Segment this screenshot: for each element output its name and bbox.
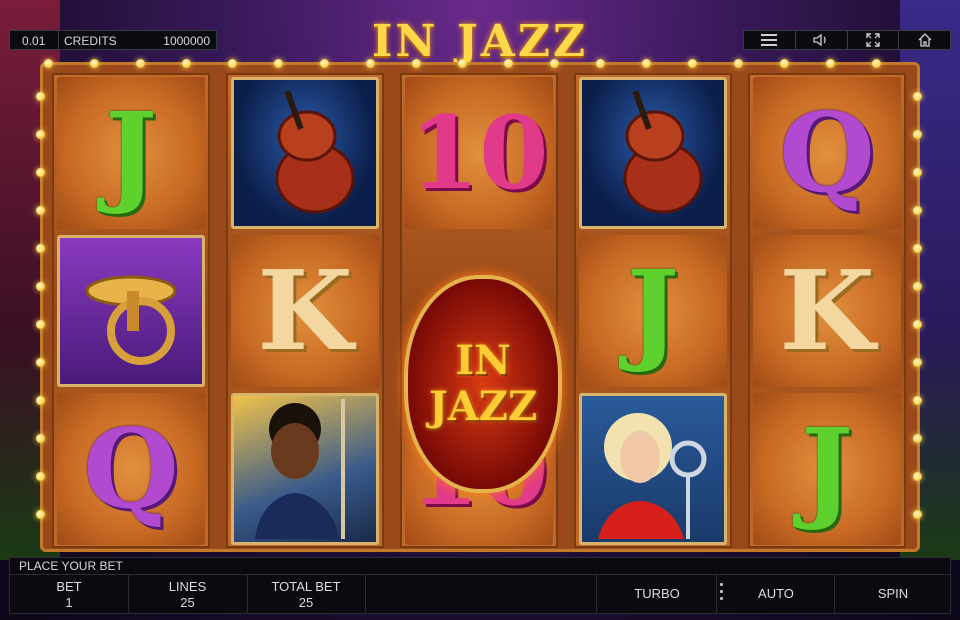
symbol-j: J — [57, 77, 205, 229]
symbol-horn — [57, 235, 205, 387]
menu-button[interactable] — [744, 31, 796, 49]
sound-button[interactable] — [796, 31, 848, 49]
symbol-j: J — [579, 235, 727, 387]
bulb-light — [913, 168, 922, 177]
french-horn-icon — [85, 275, 177, 365]
bulb-light — [320, 59, 329, 68]
home-button[interactable] — [899, 31, 950, 49]
symbol-cello — [231, 77, 379, 229]
bulb-light — [780, 59, 789, 68]
lines-label: LINES — [168, 579, 207, 594]
symbol-10: 10 — [405, 77, 553, 229]
bulb-light — [36, 168, 45, 177]
symbol-singer — [579, 393, 727, 545]
home-icon — [918, 33, 932, 47]
symbol-q: Q — [753, 77, 901, 229]
bulb-light — [688, 59, 697, 68]
bulb-light — [913, 244, 922, 253]
bulb-light — [36, 244, 45, 253]
symbol-k: K — [231, 235, 379, 387]
cello-icon — [275, 90, 355, 214]
bulb-light — [642, 59, 651, 68]
bulb-light — [504, 59, 513, 68]
bulb-light — [826, 59, 835, 68]
symbol-q: Q — [57, 393, 205, 545]
bulb-light — [36, 510, 45, 519]
reel-4: J — [574, 73, 732, 548]
bulb-light — [90, 59, 99, 68]
controls-bar: BET 1 LINES 25 TOTAL BET 25 TURBO AUTO S… — [9, 574, 951, 614]
bulb-light — [913, 320, 922, 329]
reel-1: J Q — [52, 73, 210, 548]
bulb-light — [36, 358, 45, 367]
symbol-cello — [579, 77, 727, 229]
status-bar: PLACE YOUR BET — [9, 557, 951, 575]
bulb-light — [44, 59, 53, 68]
wild-line-1: IN — [455, 337, 511, 384]
musician-icon — [255, 399, 345, 539]
bulb-light — [913, 510, 922, 519]
bet-label: BET — [56, 579, 82, 594]
credits-value: 1000000 — [163, 34, 210, 48]
lines-value: 25 — [180, 595, 195, 610]
credits-label: CREDITS — [64, 34, 117, 48]
cello-icon — [623, 90, 703, 214]
bulb-light — [36, 282, 45, 291]
bulb-light — [913, 282, 922, 291]
spin-button[interactable]: SPIN — [834, 575, 951, 613]
bulb-light — [734, 59, 743, 68]
bulb-light — [913, 358, 922, 367]
bulb-light — [36, 434, 45, 443]
total-bet-display: TOTAL BET 25 — [247, 575, 366, 613]
wild-line-2: JAZZ — [428, 383, 538, 430]
symbol-musician — [231, 393, 379, 545]
total-bet-label: TOTAL BET — [271, 579, 341, 594]
bulb-light — [458, 59, 467, 68]
bulb-light — [412, 59, 421, 68]
symbol-j: J — [753, 393, 901, 545]
bulb-light — [36, 130, 45, 139]
bulb-light — [36, 320, 45, 329]
turbo-button[interactable]: TURBO — [596, 575, 717, 613]
denomination-value[interactable]: 0.01 — [22, 34, 45, 48]
auto-button[interactable]: AUTO — [716, 575, 835, 613]
bulb-light — [913, 92, 922, 101]
singer-icon — [598, 413, 707, 539]
bulb-light — [550, 59, 559, 68]
bulb-light — [36, 92, 45, 101]
reels-area: J Q K 10 J Q K J IN JAZZ — [52, 73, 908, 548]
bulb-light — [228, 59, 237, 68]
bulb-light — [136, 59, 145, 68]
status-message: PLACE YOUR BET — [19, 559, 123, 573]
reel-5: Q K J — [748, 73, 906, 548]
bulb-light — [913, 206, 922, 215]
bulb-light — [596, 59, 605, 68]
bulb-light — [36, 396, 45, 405]
top-menu-bar — [743, 30, 951, 50]
fullscreen-button[interactable] — [848, 31, 900, 49]
bulb-light — [872, 59, 881, 68]
bet-control[interactable]: BET 1 — [10, 575, 129, 613]
credits-panel: 0.01 CREDITS 1000000 — [9, 30, 217, 50]
wild-symbol-badge: IN JAZZ — [404, 275, 562, 493]
menu-icon — [761, 34, 778, 46]
bulb-light — [913, 396, 922, 405]
reel-2: K — [226, 73, 384, 548]
fullscreen-icon — [866, 33, 880, 47]
lines-control[interactable]: LINES 25 — [128, 575, 248, 613]
divider — [58, 31, 59, 49]
symbol-k: K — [753, 235, 901, 387]
bulb-light — [913, 130, 922, 139]
bulb-light — [36, 206, 45, 215]
bulb-light — [913, 434, 922, 443]
bulb-light — [913, 472, 922, 481]
total-bet-value: 25 — [298, 595, 314, 610]
bulb-light — [366, 59, 375, 68]
bulb-light — [182, 59, 191, 68]
sound-icon — [813, 33, 826, 47]
bet-value: 1 — [65, 595, 73, 610]
bulb-light — [274, 59, 283, 68]
bulb-light — [36, 472, 45, 481]
